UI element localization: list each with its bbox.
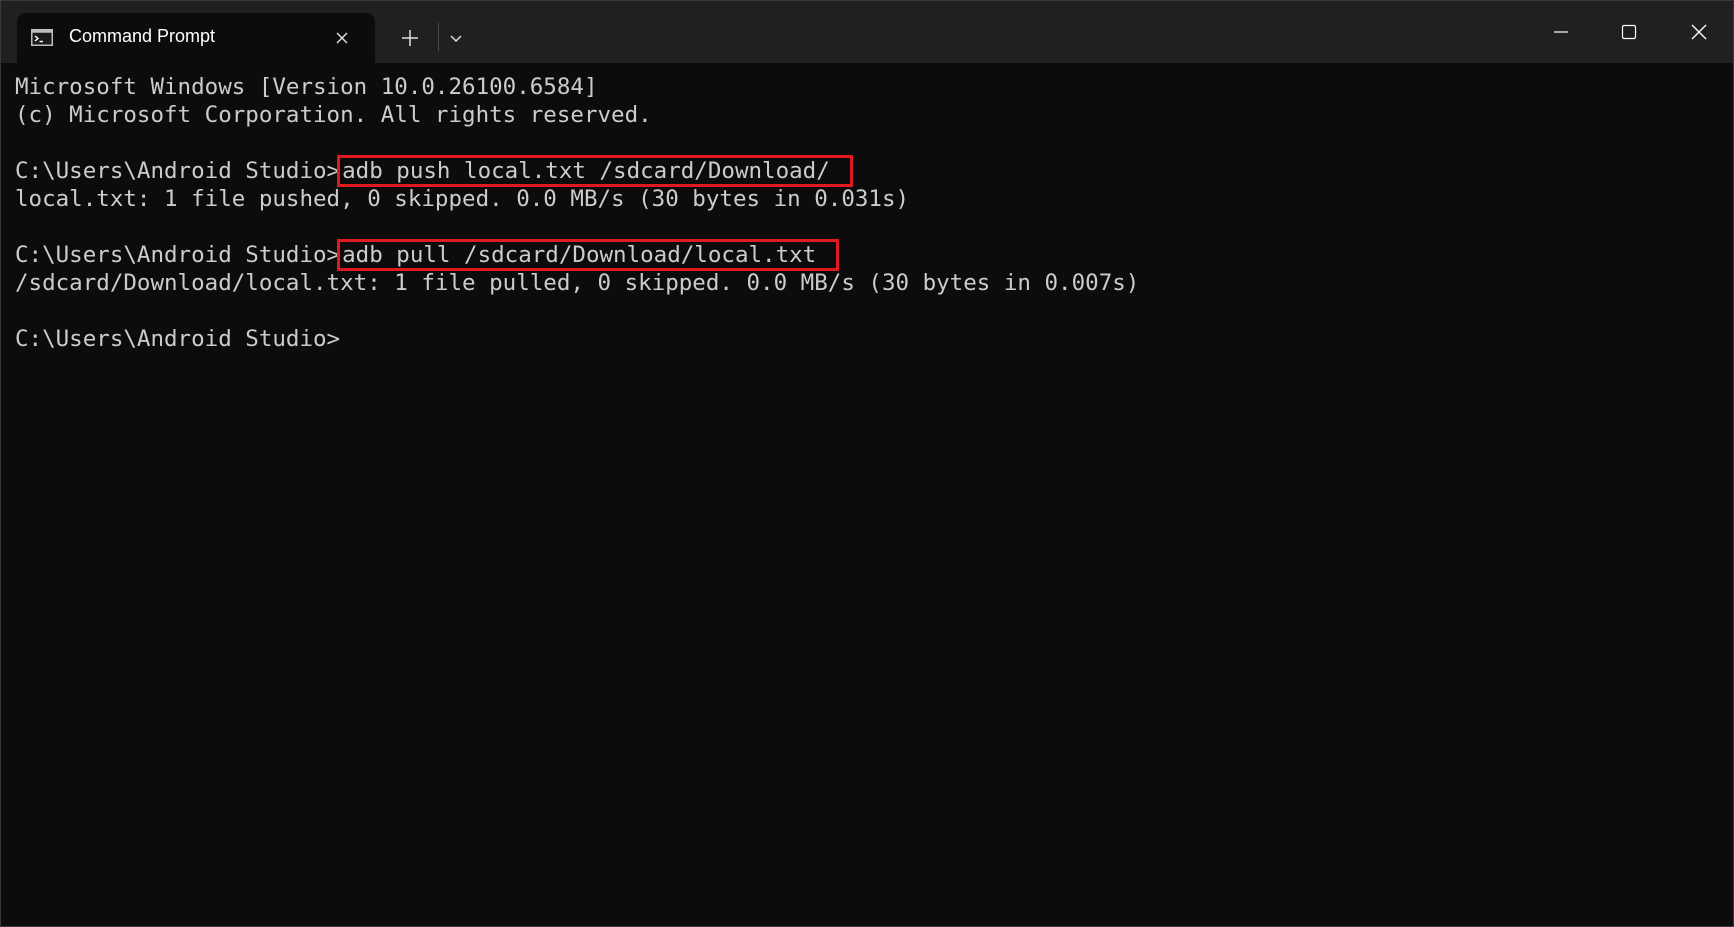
- terminal-icon: [31, 29, 53, 46]
- minimize-icon: [1554, 31, 1568, 33]
- close-icon: [1691, 24, 1707, 40]
- header-line-version: Microsoft Windows [Version 10.0.26100.65…: [15, 74, 598, 100]
- new-tab-button[interactable]: [395, 23, 425, 53]
- prompt: C:\Users\Android Studio>: [15, 326, 341, 352]
- current-prompt-line[interactable]: C:\Users\Android Studio>: [15, 325, 1715, 353]
- header-line-copyright: (c) Microsoft Corporation. All rights re…: [15, 102, 652, 128]
- terminal-output[interactable]: Microsoft Windows [Version 10.0.26100.65…: [15, 73, 1715, 913]
- push-command-highlight: adb push local.txt /sdcard/Download/: [337, 155, 853, 187]
- tab-divider: [438, 23, 439, 51]
- command-prompt-window: Command Prompt Microsoft Windows [Versio…: [0, 0, 1734, 927]
- close-tab-icon[interactable]: [331, 27, 353, 49]
- push-output-line: local.txt: 1 file pushed, 0 skipped. 0.0…: [15, 186, 910, 212]
- maximize-icon: [1621, 24, 1637, 40]
- plus-icon: [402, 30, 418, 46]
- tab-dropdown-button[interactable]: [443, 25, 469, 51]
- minimize-button[interactable]: [1527, 1, 1595, 63]
- title-bar[interactable]: Command Prompt: [1, 1, 1733, 63]
- close-window-button[interactable]: [1665, 1, 1733, 63]
- pull-command-highlight: adb pull /sdcard/Download/local.txt: [337, 239, 840, 271]
- tab-title: Command Prompt: [69, 26, 216, 46]
- tab-command-prompt[interactable]: Command Prompt: [17, 13, 375, 63]
- prompt: C:\Users\Android Studio>: [15, 158, 341, 184]
- pull-command-line: C:\Users\Android Studio>adb pull /sdcard…: [15, 239, 1715, 271]
- chevron-down-icon: [450, 35, 462, 43]
- prompt: C:\Users\Android Studio>: [15, 242, 341, 268]
- pull-output-line: /sdcard/Download/local.txt: 1 file pulle…: [15, 270, 1140, 296]
- push-command-line: C:\Users\Android Studio>adb push local.t…: [15, 155, 1715, 187]
- maximize-button[interactable]: [1595, 1, 1663, 63]
